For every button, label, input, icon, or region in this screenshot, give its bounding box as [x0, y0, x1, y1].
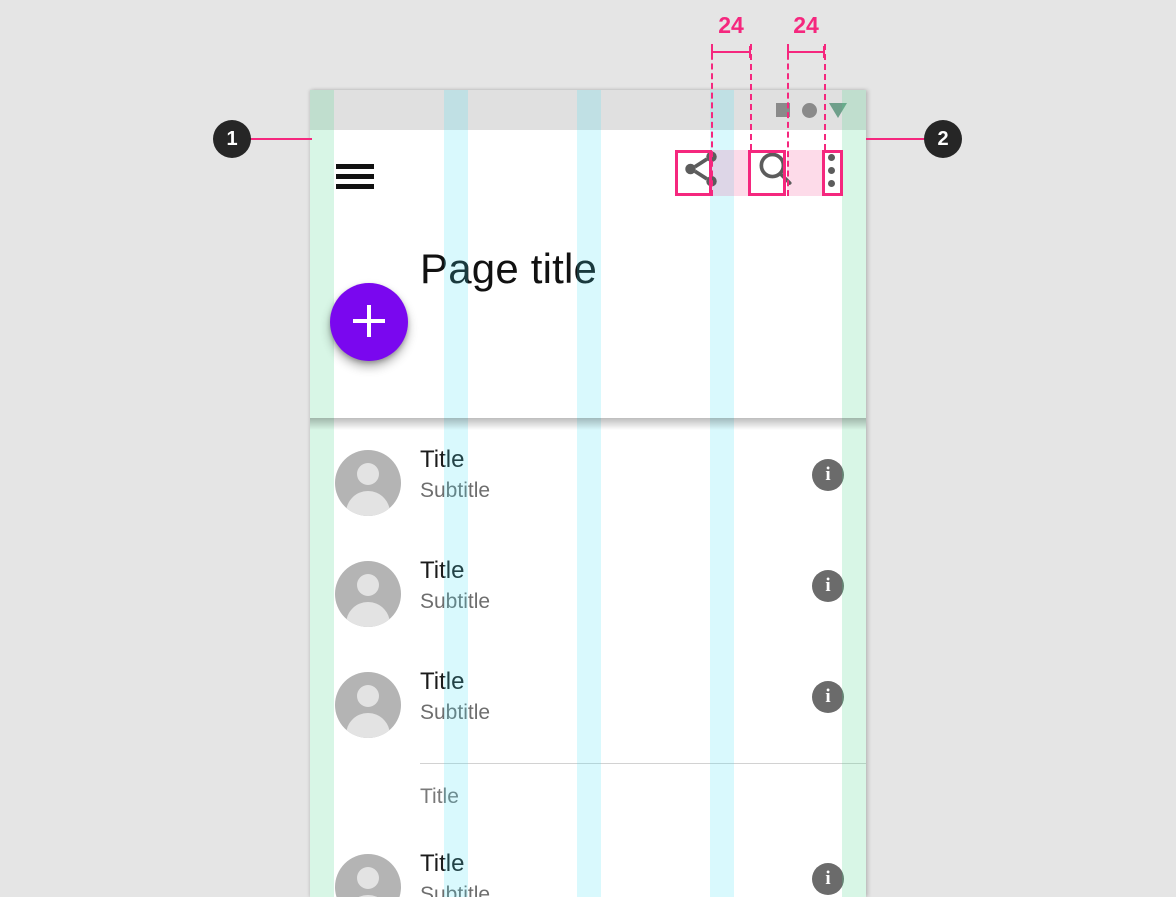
person-avatar — [335, 561, 401, 627]
guide-line-3 — [787, 44, 789, 196]
callout-badge-2: 2 — [924, 120, 962, 158]
app-bar-shadow — [310, 418, 866, 430]
list-item-subtitle: Subtitle — [420, 479, 491, 502]
search-touch-target — [748, 150, 786, 196]
list-item-subtitle: Subtitle — [420, 590, 491, 613]
triangle-down-icon — [829, 102, 847, 118]
page-title-area: Page title — [420, 248, 840, 290]
list-subheader: Title — [310, 764, 866, 834]
list-item-title: Title — [420, 850, 465, 877]
callout-leader-1 — [250, 138, 312, 140]
info-icon[interactable]: i — [812, 863, 844, 895]
person-avatar — [335, 854, 401, 897]
list-item-title: Title — [420, 668, 465, 695]
content-list: Title Subtitle i Title Subtitle i Title … — [310, 430, 866, 897]
list-item[interactable]: Title Subtitle i — [310, 652, 866, 763]
circle-icon — [802, 102, 817, 118]
person-avatar — [335, 450, 401, 516]
guide-line-4 — [824, 44, 826, 150]
status-bar — [310, 90, 866, 130]
info-icon[interactable]: i — [812, 459, 844, 491]
measurement-bar-1 — [711, 46, 751, 58]
callout-badge-1: 1 — [213, 120, 251, 158]
info-icon[interactable]: i — [812, 681, 844, 713]
guide-line-2 — [750, 44, 752, 150]
list-item-title: Title — [420, 446, 465, 473]
person-avatar — [335, 672, 401, 738]
list-item-subtitle: Subtitle — [420, 701, 491, 724]
hamburger-menu-icon[interactable] — [336, 162, 374, 192]
measurement-bar-2 — [787, 46, 825, 58]
share-touch-target — [675, 150, 712, 196]
list-item[interactable]: Title Subtitle i — [310, 834, 866, 897]
measurement-label-1: 24 — [718, 12, 744, 38]
callout-leader-2 — [866, 138, 924, 140]
annotation-canvas: Page title Title Subtitle i Title Subtit… — [0, 0, 1176, 897]
floating-action-button[interactable] — [330, 283, 408, 361]
list-subheader-label: Title — [420, 785, 459, 808]
page-title: Page title — [420, 245, 598, 292]
list-item[interactable]: Title Subtitle i — [310, 541, 866, 652]
measurement-label-2: 24 — [793, 12, 819, 38]
list-item[interactable]: Title Subtitle i — [310, 430, 866, 541]
list-item-subtitle: Subtitle — [420, 883, 491, 897]
list-item-title: Title — [420, 557, 465, 584]
overflow-touch-target — [822, 150, 843, 196]
phone-mockup: Page title Title Subtitle i Title Subtit… — [310, 90, 866, 897]
info-icon[interactable]: i — [812, 570, 844, 602]
